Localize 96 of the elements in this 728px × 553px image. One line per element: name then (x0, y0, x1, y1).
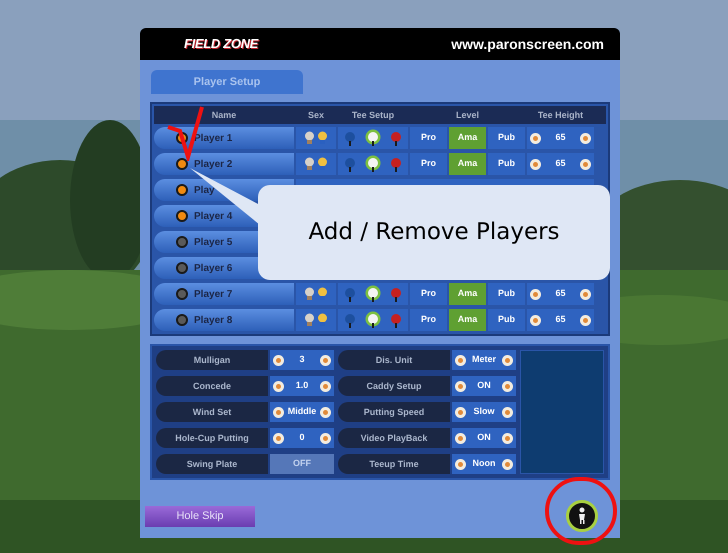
setting-label: Wind Set (156, 402, 268, 422)
hole-skip-button[interactable]: Hole Skip (145, 506, 255, 526)
minus-icon[interactable] (455, 354, 466, 366)
value-stepper[interactable]: Slow (452, 402, 516, 422)
plus-icon[interactable] (502, 458, 513, 470)
callout-text: Add / Remove Players (308, 218, 560, 248)
value-stepper[interactable]: ON (452, 428, 516, 448)
value-text: 0 (298, 431, 306, 444)
value-text: Middle (286, 405, 318, 418)
setting-label: Caddy Setup (338, 376, 450, 396)
minus-icon[interactable] (273, 406, 284, 418)
plus-icon[interactable] (580, 132, 591, 144)
level-button[interactable]: Ama (449, 283, 486, 305)
website-url: www.paronscreen.com (451, 34, 604, 54)
column-header: Name (210, 109, 238, 122)
minus-icon[interactable] (530, 288, 541, 300)
male-icon[interactable] (304, 131, 315, 145)
value-text: Slow (472, 405, 496, 418)
level-button[interactable]: Pub (488, 153, 525, 175)
minus-icon[interactable] (530, 132, 541, 144)
setting-label: Dis. Unit (338, 350, 450, 370)
level-button[interactable]: Pub (488, 283, 525, 305)
value-text: ON (476, 431, 492, 444)
value-text: ON (476, 379, 492, 392)
plus-icon[interactable] (320, 354, 331, 366)
value-stepper[interactable]: Noon (452, 454, 516, 474)
plus-icon[interactable] (502, 432, 513, 444)
column-header: Sex (306, 109, 325, 122)
value-stepper[interactable]: Meter (452, 350, 516, 370)
minus-icon[interactable] (530, 314, 541, 326)
setting-label: Putting Speed (338, 402, 450, 422)
value-stepper[interactable]: Middle (270, 402, 334, 422)
tee-marker-icon[interactable] (364, 285, 381, 303)
tee-marker-icon[interactable] (364, 129, 381, 147)
value-stepper[interactable]: 65 (527, 309, 594, 331)
male-icon[interactable] (304, 157, 315, 171)
value-text: 65 (554, 131, 566, 144)
value-stepper[interactable]: 0 (270, 428, 334, 448)
setting-label: Swing Plate (156, 454, 268, 474)
level-button[interactable]: Ama (449, 309, 486, 331)
value-text: OFF (292, 457, 312, 470)
value-stepper[interactable]: 65 (527, 283, 594, 305)
player-name-button[interactable]: Player 8 (154, 309, 294, 331)
player-name-button[interactable]: Player 2 (154, 153, 294, 175)
level-button[interactable]: Pro (410, 153, 447, 175)
setting-label: Video PlayBack (338, 428, 450, 448)
tee-marker-icon[interactable] (364, 311, 381, 329)
plus-icon[interactable] (502, 380, 513, 392)
plus-icon[interactable] (320, 380, 331, 392)
value-text: 1.0 (294, 379, 310, 392)
male-icon[interactable] (304, 313, 315, 327)
plus-icon[interactable] (502, 354, 513, 366)
logo: FIELD ZONE (184, 35, 258, 54)
minus-icon[interactable] (455, 406, 466, 418)
level-button[interactable]: Pub (488, 309, 525, 331)
minus-icon[interactable] (273, 432, 284, 444)
minus-icon[interactable] (455, 458, 466, 470)
value-text: 65 (554, 157, 566, 170)
tee-marker-icon[interactable] (364, 155, 381, 173)
plus-icon[interactable] (580, 288, 591, 300)
column-header: Tee Setup (350, 109, 396, 122)
plus-icon[interactable] (580, 314, 591, 326)
value-text: 65 (554, 313, 566, 326)
player-name-button[interactable]: Player 7 (154, 283, 294, 305)
value-text: Meter (470, 353, 497, 366)
level-button[interactable]: Pro (410, 127, 447, 149)
male-icon[interactable] (304, 287, 315, 301)
level-button[interactable]: Ama (449, 153, 486, 175)
column-header: Tee Height (536, 109, 584, 122)
plus-icon[interactable] (580, 158, 591, 170)
setting-label: Concede (156, 376, 268, 396)
value-stepper[interactable]: ON (452, 376, 516, 396)
value-text: 3 (298, 353, 306, 366)
minus-icon[interactable] (530, 158, 541, 170)
plus-icon[interactable] (320, 432, 331, 444)
value-stepper[interactable]: 1.0 (270, 376, 334, 396)
minus-icon[interactable] (273, 354, 284, 366)
value-stepper[interactable]: 3 (270, 350, 334, 370)
value-text: Noon (472, 457, 496, 470)
level-button[interactable]: Ama (449, 127, 486, 149)
value-text: 65 (554, 287, 566, 300)
setting-label: Mulligan (156, 350, 268, 370)
minus-icon[interactable] (455, 380, 466, 392)
minus-icon[interactable] (455, 432, 466, 444)
value-stepper[interactable]: 65 (527, 153, 594, 175)
plus-icon[interactable] (320, 406, 331, 418)
column-header: Level (454, 109, 480, 122)
setting-label: Hole-Cup Putting (156, 428, 268, 448)
value-stepper[interactable]: 65 (527, 127, 594, 149)
level-button[interactable]: Pub (488, 127, 525, 149)
minus-icon[interactable] (273, 380, 284, 392)
golfer-icon[interactable] (566, 500, 598, 532)
level-button[interactable]: Pro (410, 309, 447, 331)
setting-label: Teeup Time (338, 454, 450, 474)
level-button[interactable]: Pro (410, 283, 447, 305)
plus-icon[interactable] (502, 406, 513, 418)
